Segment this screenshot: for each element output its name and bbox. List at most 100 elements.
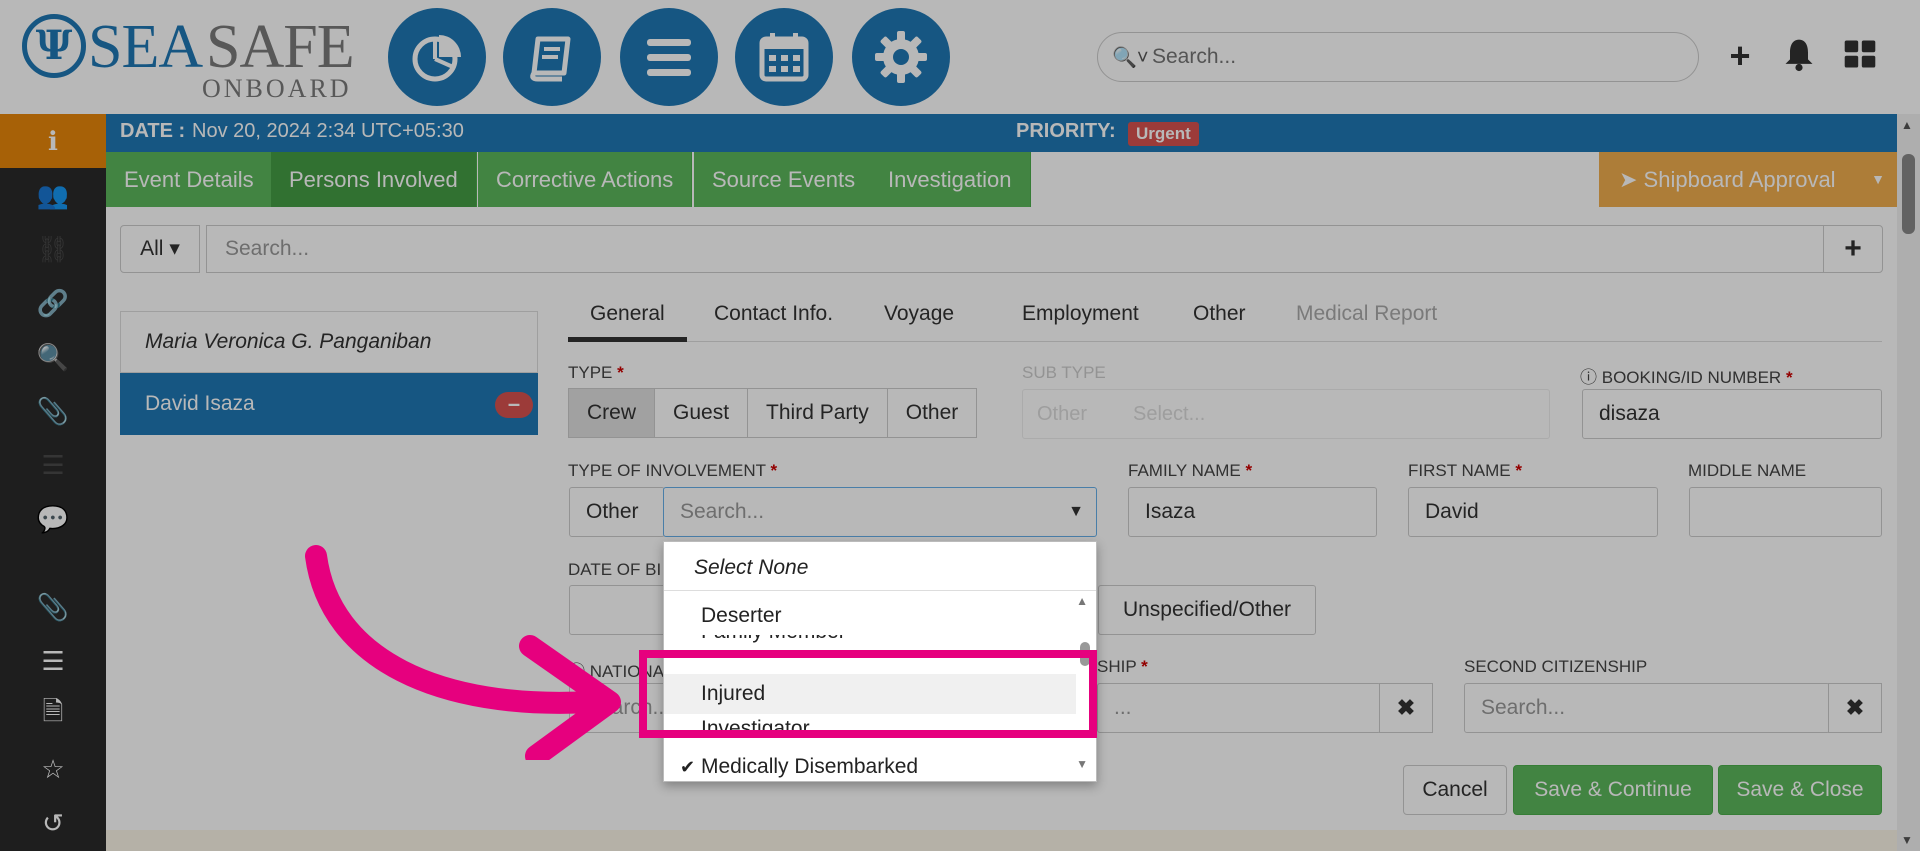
paperclip-icon[interactable]: 📎	[0, 384, 106, 438]
priority-label: PRIORITY:	[1016, 120, 1116, 142]
citizenship-input[interactable]: ...	[1097, 683, 1381, 733]
scroll-down-icon[interactable]: ▼	[1901, 833, 1913, 847]
type-other-button[interactable]: Other	[886, 388, 978, 438]
involvement-search-input[interactable]: Search... ▼	[663, 487, 1097, 537]
chevron-down-icon[interactable]: ▼	[1871, 152, 1885, 207]
type-button-group: Crew Guest Third Party Other	[568, 388, 978, 438]
apps-grid-icon[interactable]	[1840, 36, 1880, 76]
dashboard-nav-button[interactable]	[388, 8, 486, 106]
shipboard-approval-button[interactable]: ➤ Shipboard Approval ▼	[1599, 152, 1897, 207]
type-third-party-button[interactable]: Third Party	[747, 388, 888, 438]
tab-voyage[interactable]: Voyage	[862, 298, 976, 342]
type-crew-button[interactable]: Crew	[568, 388, 656, 438]
seasafe-logo[interactable]: Ψ SEA SAFE ONBOARD	[20, 12, 355, 103]
type-guest-button[interactable]: Guest	[654, 388, 749, 438]
tab-persons-involved[interactable]: Persons Involved	[271, 152, 477, 207]
highlight-box	[639, 650, 1097, 738]
list-item[interactable]: Maria Veronica G. Panganiban	[120, 311, 538, 373]
dropdown-divider	[664, 590, 1096, 591]
person-search-input[interactable]: Search...	[206, 225, 1824, 273]
middle-name-input[interactable]	[1689, 487, 1882, 537]
clear-citizenship-icon[interactable]: ✖	[1379, 683, 1433, 733]
tab-investigation[interactable]: Investigation	[870, 152, 1031, 207]
tab-employment[interactable]: Employment	[1000, 298, 1161, 342]
tab-source-events[interactable]: Source Events	[694, 152, 875, 207]
persons-list: Maria Veronica G. Panganiban David Isaza…	[120, 311, 538, 435]
clear-second-citizenship-icon[interactable]: ✖	[1828, 683, 1882, 733]
priority-badge: Urgent	[1128, 122, 1199, 146]
date-label: DATE :	[120, 120, 186, 142]
tab-contact-info[interactable]: Contact Info.	[692, 298, 855, 342]
server-icon[interactable]: ☰	[0, 634, 106, 688]
document-icon[interactable]: 🗎	[0, 688, 106, 742]
filter-all-dropdown[interactable]: All ▾	[120, 225, 200, 273]
add-person-button[interactable]: +	[1823, 225, 1883, 273]
caret-down-icon[interactable]: ▼	[1068, 488, 1084, 536]
event-header-bar: DATE : Nov 20, 2024 2:34 UTC+05:30 PRIOR…	[106, 114, 1897, 152]
settings-nav-button[interactable]	[852, 8, 950, 106]
date-value: Nov 20, 2024 2:34 UTC+05:30	[192, 120, 464, 142]
involvement-label: TYPE OF INVOLVEMENT *	[568, 461, 778, 480]
attachment-icon[interactable]: 📎	[0, 580, 106, 634]
dropdown-scroll-up-icon[interactable]: ▲	[1076, 594, 1088, 608]
person-sub-tabs: General Contact Info. Voyage Employment …	[568, 290, 1882, 342]
sub-type-field: Other Select...	[1022, 389, 1550, 439]
info-icon[interactable]: ℹ	[0, 114, 106, 168]
book-icon	[530, 36, 571, 82]
option-deserter[interactable]: Deserter	[664, 596, 1076, 636]
logo-sea-text: SEA	[88, 13, 203, 81]
calendar-nav-button[interactable]	[735, 8, 833, 106]
people-icon[interactable]: 👥	[0, 168, 106, 222]
logo-onboard-text: ONBOARD	[202, 74, 352, 103]
type-label: TYPE *	[568, 363, 624, 382]
tab-event-details[interactable]: Event Details	[106, 152, 273, 207]
tab-other[interactable]: Other	[1171, 298, 1268, 342]
search-icon[interactable]: 🔍˅	[1112, 45, 1152, 70]
list-nav-button[interactable]	[620, 8, 718, 106]
notification-bell-icon[interactable]	[1779, 36, 1819, 76]
menu-icon	[647, 39, 691, 76]
pie-chart-icon	[412, 35, 461, 82]
pointer-arrow-icon	[305, 545, 621, 760]
second-citizenship-label: SECOND CITIZENSHIP	[1464, 657, 1648, 676]
history-icon[interactable]: ↺	[0, 796, 106, 850]
star-icon[interactable]: ☆	[0, 742, 106, 796]
involvement-prefix: Other	[569, 487, 665, 537]
logbook-nav-button[interactable]	[503, 8, 601, 106]
sub-type-placeholder: Select...	[1133, 403, 1206, 425]
first-name-input[interactable]: David	[1408, 487, 1658, 537]
second-citizenship-input[interactable]: Search...	[1464, 683, 1830, 733]
list-icon[interactable]: ☰	[0, 438, 106, 492]
option-medically-disembarked[interactable]: ✔ Medically Disembarked	[664, 752, 1076, 781]
search-icon[interactable]: 🔍	[0, 330, 106, 384]
checkmark-icon: ✔	[680, 757, 696, 777]
info-icon: ⓘ	[1580, 368, 1597, 387]
page-scrollbar[interactable]: ▲ ▼	[1897, 114, 1920, 851]
caret-down-icon: ▾	[169, 237, 180, 260]
scrollbar-thumb[interactable]	[1902, 154, 1915, 234]
tab-general[interactable]: General	[568, 298, 687, 342]
family-name-input[interactable]: Isaza	[1128, 487, 1377, 537]
save-continue-button[interactable]: Save & Continue	[1513, 765, 1713, 815]
gear-icon	[875, 31, 927, 83]
link-icon[interactable]: 🔗	[0, 276, 106, 330]
cancel-button[interactable]: Cancel	[1403, 765, 1507, 815]
global-search-input[interactable]	[1152, 45, 1652, 69]
family-name-label: FAMILY NAME *	[1128, 461, 1253, 480]
sitemap-icon[interactable]: ⛓	[0, 222, 106, 276]
gender-unspecified-button[interactable]: Unspecified/Other	[1098, 585, 1316, 635]
remove-person-icon[interactable]: –	[495, 392, 533, 418]
person-filter-row: All ▾ Search... +	[120, 225, 1883, 273]
scroll-up-icon[interactable]: ▲	[1901, 118, 1913, 132]
global-search[interactable]: 🔍˅	[1097, 32, 1699, 82]
save-close-button[interactable]: Save & Close	[1718, 765, 1882, 815]
booking-label: ⓘ BOOKING/ID NUMBER *	[1580, 368, 1793, 387]
dropdown-scroll-down-icon[interactable]: ▼	[1076, 757, 1088, 771]
comments-icon[interactable]: 💬	[0, 492, 106, 546]
citizenship-label: SHIP *	[1097, 657, 1148, 676]
select-none-option[interactable]: Select None	[694, 556, 808, 580]
add-icon[interactable]: +	[1720, 36, 1760, 76]
booking-id-input[interactable]: disaza	[1582, 389, 1882, 439]
tab-corrective-actions[interactable]: Corrective Actions	[478, 152, 693, 207]
list-item[interactable]: David Isaza –	[120, 373, 538, 435]
